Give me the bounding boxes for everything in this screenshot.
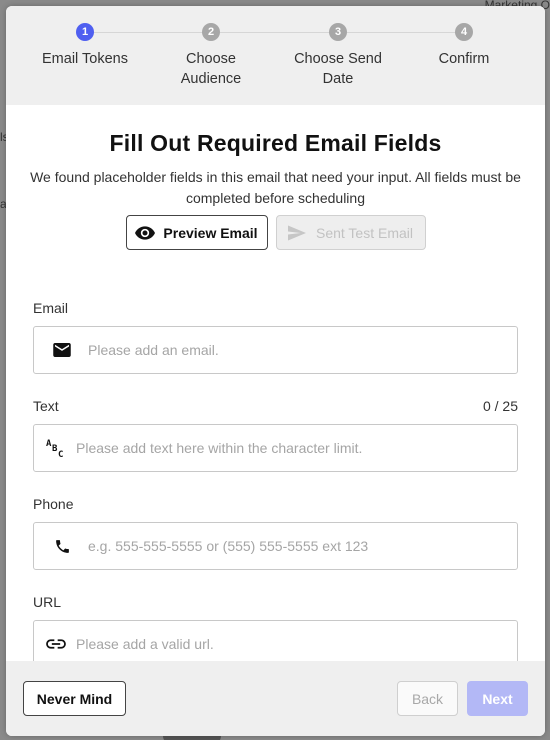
step-label: Choose Audience <box>180 51 242 87</box>
modal-footer: Never Mind Back Next <box>6 661 545 736</box>
phone-field-label: Phone <box>33 496 74 512</box>
email-field[interactable] <box>88 327 517 373</box>
never-mind-button[interactable]: Never Mind <box>23 681 126 716</box>
step-label: Confirm <box>438 51 490 67</box>
mail-icon <box>36 343 88 357</box>
phone-field[interactable] <box>88 523 517 569</box>
step-number: 1 <box>76 23 94 41</box>
send-test-email-button[interactable]: Sent Test Email <box>275 215 426 250</box>
next-button[interactable]: Next <box>467 681 528 716</box>
send-test-email-label: Sent Test Email <box>315 224 413 241</box>
text-field[interactable] <box>76 425 517 471</box>
svg-text:C: C <box>58 450 63 459</box>
email-field-label: Email <box>33 300 69 316</box>
step-email-tokens: 1 Email Tokens <box>20 23 150 69</box>
step-number: 2 <box>202 23 220 41</box>
step-number: 4 <box>455 23 473 41</box>
step-label: Choose Send Date <box>294 51 382 87</box>
email-field-box <box>33 326 518 374</box>
page-subtitle: We found placeholder fields in this emai… <box>30 169 521 206</box>
email-fields-form: Email Text 0 / 25 A B C <box>33 300 518 668</box>
url-field-label: URL <box>33 594 62 610</box>
step-number: 3 <box>329 23 347 41</box>
step-confirm: 4 Confirm <box>399 23 529 69</box>
email-field-group: Email <box>33 300 518 374</box>
phone-field-group: Phone <box>33 496 518 570</box>
character-counter: 0 / 25 <box>482 398 518 414</box>
step-choose-audience: 2 Choose Audience <box>146 23 276 89</box>
send-icon <box>287 225 306 240</box>
step-choose-send-date: 3 Choose Send Date <box>273 23 403 89</box>
preview-email-button[interactable]: Preview Email <box>125 215 268 250</box>
url-field-group: URL <box>33 594 518 668</box>
schedule-email-modal: 1 Email Tokens 2 Choose Audience 3 Choos… <box>6 6 545 736</box>
phone-icon <box>36 538 88 555</box>
stepper: 1 Email Tokens 2 Choose Audience 3 Choos… <box>6 6 545 105</box>
eye-icon <box>135 225 156 240</box>
text-field-group: Text 0 / 25 A B C <box>33 398 518 472</box>
back-button[interactable]: Back <box>397 681 458 716</box>
page-title: Fill Out Required Email Fields <box>109 130 442 156</box>
text-field-box: A B C <box>33 424 518 472</box>
phone-field-box <box>33 522 518 570</box>
step-label: Email Tokens <box>42 51 128 67</box>
preview-email-label: Preview Email <box>163 224 258 241</box>
link-icon <box>36 638 76 650</box>
text-field-label: Text <box>33 398 59 414</box>
email-actions: Preview Email Sent Test Email <box>6 215 545 250</box>
spellcheck-icon: A B C <box>36 437 76 459</box>
